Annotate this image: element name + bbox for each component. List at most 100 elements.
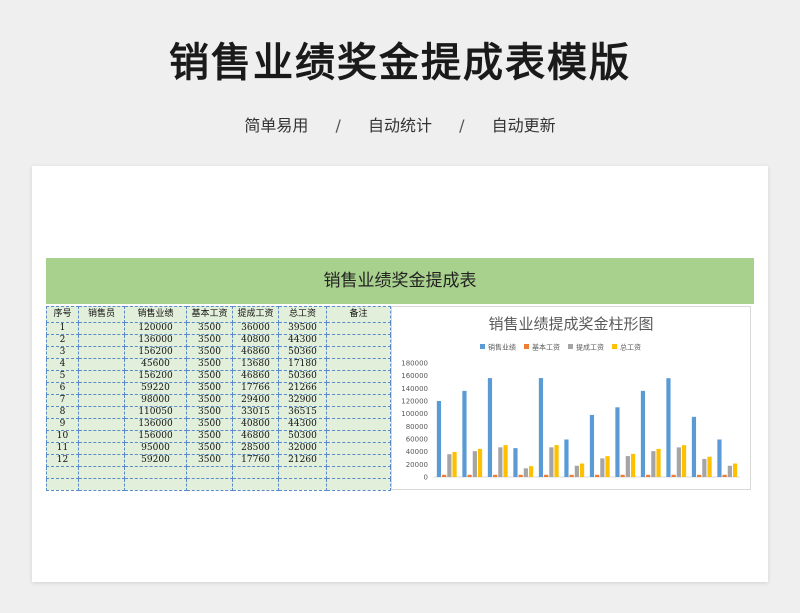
cell-total-pay[interactable]: 17180 xyxy=(278,358,327,371)
cell-notes[interactable] xyxy=(326,442,391,455)
cell-notes[interactable] xyxy=(326,334,391,347)
cell-salesperson[interactable] xyxy=(78,382,125,395)
cell-index[interactable]: 11 xyxy=(46,442,79,455)
cell-total-pay[interactable] xyxy=(278,466,327,479)
cell-commission[interactable]: 36000 xyxy=(232,322,279,335)
cell-base-pay[interactable]: 3500 xyxy=(186,394,233,407)
cell-total-pay[interactable]: 21266 xyxy=(278,382,327,395)
cell-base-pay[interactable]: 3500 xyxy=(186,322,233,335)
cell-salesperson[interactable] xyxy=(78,346,125,359)
cell-index[interactable]: 1 xyxy=(46,322,79,335)
cell-index[interactable]: 8 xyxy=(46,406,79,419)
cell-total-pay[interactable]: 36515 xyxy=(278,406,327,419)
cell-sales[interactable]: 156200 xyxy=(124,370,187,383)
cell-total-pay[interactable] xyxy=(278,478,327,491)
cell-notes[interactable] xyxy=(326,478,391,491)
cell-notes[interactable] xyxy=(326,346,391,359)
cell-sales[interactable]: 59200 xyxy=(124,454,187,467)
cell-notes[interactable] xyxy=(326,430,391,443)
cell-notes[interactable] xyxy=(326,322,391,335)
cell-base-pay[interactable] xyxy=(186,466,233,479)
cell-salesperson[interactable] xyxy=(78,322,125,335)
col-header-base-pay[interactable]: 基本工资 xyxy=(186,306,233,323)
cell-sales[interactable] xyxy=(124,466,187,479)
cell-salesperson[interactable] xyxy=(78,418,125,431)
cell-index[interactable]: 5 xyxy=(46,370,79,383)
cell-salesperson[interactable] xyxy=(78,454,125,467)
cell-base-pay[interactable]: 3500 xyxy=(186,334,233,347)
cell-notes[interactable] xyxy=(326,466,391,479)
cell-total-pay[interactable]: 50360 xyxy=(278,370,327,383)
cell-commission[interactable]: 40800 xyxy=(232,418,279,431)
cell-base-pay[interactable]: 3500 xyxy=(186,418,233,431)
cell-base-pay[interactable]: 3500 xyxy=(186,358,233,371)
cell-notes[interactable] xyxy=(326,382,391,395)
cell-salesperson[interactable] xyxy=(78,478,125,491)
cell-total-pay[interactable]: 32000 xyxy=(278,442,327,455)
cell-index[interactable]: 2 xyxy=(46,334,79,347)
cell-salesperson[interactable] xyxy=(78,442,125,455)
cell-base-pay[interactable] xyxy=(186,478,233,491)
cell-sales[interactable]: 136000 xyxy=(124,334,187,347)
cell-commission[interactable]: 28500 xyxy=(232,442,279,455)
cell-total-pay[interactable]: 50360 xyxy=(278,346,327,359)
cell-total-pay[interactable]: 44300 xyxy=(278,418,327,431)
cell-commission[interactable]: 17760 xyxy=(232,454,279,467)
cell-sales[interactable]: 156200 xyxy=(124,346,187,359)
cell-total-pay[interactable]: 21260 xyxy=(278,454,327,467)
cell-sales[interactable]: 120000 xyxy=(124,322,187,335)
cell-notes[interactable] xyxy=(326,358,391,371)
col-header-index[interactable]: 序号 xyxy=(46,306,79,323)
cell-base-pay[interactable]: 3500 xyxy=(186,442,233,455)
cell-sales[interactable]: 45600 xyxy=(124,358,187,371)
cell-base-pay[interactable]: 3500 xyxy=(186,346,233,359)
cell-index[interactable]: 7 xyxy=(46,394,79,407)
cell-salesperson[interactable] xyxy=(78,334,125,347)
cell-index[interactable] xyxy=(46,478,79,491)
cell-total-pay[interactable]: 32900 xyxy=(278,394,327,407)
cell-commission[interactable]: 29400 xyxy=(232,394,279,407)
cell-commission[interactable]: 46860 xyxy=(232,346,279,359)
cell-sales[interactable] xyxy=(124,478,187,491)
cell-salesperson[interactable] xyxy=(78,406,125,419)
cell-commission[interactable]: 40800 xyxy=(232,334,279,347)
cell-base-pay[interactable]: 3500 xyxy=(186,370,233,383)
cell-base-pay[interactable]: 3500 xyxy=(186,382,233,395)
col-header-notes[interactable]: 备注 xyxy=(326,306,391,323)
cell-salesperson[interactable] xyxy=(78,370,125,383)
cell-index[interactable]: 6 xyxy=(46,382,79,395)
cell-commission[interactable]: 13680 xyxy=(232,358,279,371)
cell-base-pay[interactable]: 3500 xyxy=(186,454,233,467)
cell-index[interactable]: 3 xyxy=(46,346,79,359)
cell-index[interactable]: 12 xyxy=(46,454,79,467)
cell-commission[interactable]: 46860 xyxy=(232,370,279,383)
cell-sales[interactable]: 136000 xyxy=(124,418,187,431)
cell-total-pay[interactable]: 44300 xyxy=(278,334,327,347)
col-header-commission[interactable]: 提成工资 xyxy=(232,306,279,323)
cell-salesperson[interactable] xyxy=(78,430,125,443)
cell-index[interactable]: 4 xyxy=(46,358,79,371)
cell-total-pay[interactable]: 50300 xyxy=(278,430,327,443)
cell-notes[interactable] xyxy=(326,454,391,467)
cell-commission[interactable] xyxy=(232,466,279,479)
cell-sales[interactable]: 110050 xyxy=(124,406,187,419)
col-header-salesperson[interactable]: 销售员 xyxy=(78,306,125,323)
cell-commission[interactable]: 17766 xyxy=(232,382,279,395)
cell-index[interactable] xyxy=(46,466,79,479)
cell-notes[interactable] xyxy=(326,370,391,383)
cell-total-pay[interactable]: 39500 xyxy=(278,322,327,335)
cell-sales[interactable]: 98000 xyxy=(124,394,187,407)
cell-commission[interactable] xyxy=(232,478,279,491)
cell-commission[interactable]: 46800 xyxy=(232,430,279,443)
col-header-sales[interactable]: 销售业绩 xyxy=(124,306,187,323)
cell-salesperson[interactable] xyxy=(78,394,125,407)
cell-sales[interactable]: 95000 xyxy=(124,442,187,455)
cell-sales[interactable]: 156000 xyxy=(124,430,187,443)
cell-notes[interactable] xyxy=(326,394,391,407)
cell-commission[interactable]: 33015 xyxy=(232,406,279,419)
cell-salesperson[interactable] xyxy=(78,466,125,479)
cell-salesperson[interactable] xyxy=(78,358,125,371)
col-header-total-pay[interactable]: 总工资 xyxy=(278,306,327,323)
cell-notes[interactable] xyxy=(326,406,391,419)
cell-notes[interactable] xyxy=(326,418,391,431)
